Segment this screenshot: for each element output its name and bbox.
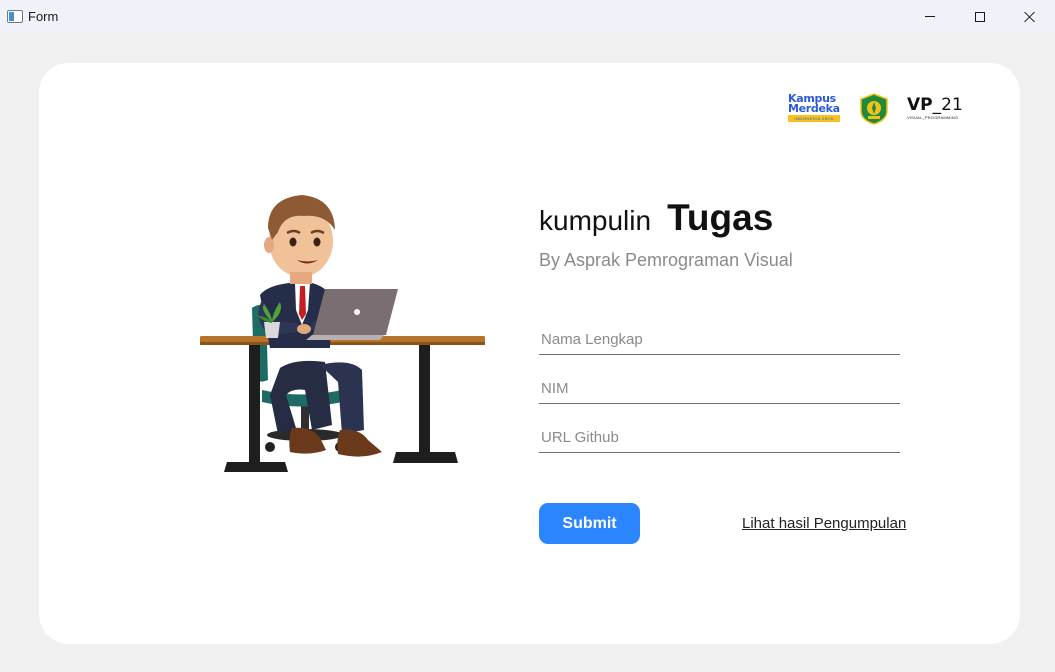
view-results-link[interactable]: Lihat hasil Pengumpulan xyxy=(742,515,906,532)
page-heading: kumpulin Tugas xyxy=(539,197,773,239)
url-github-input[interactable] xyxy=(539,423,900,453)
minimize-icon xyxy=(925,16,935,17)
nim-input[interactable] xyxy=(539,374,900,404)
window-title: Form xyxy=(28,9,59,24)
logo-strip: Kampus Merdeka INDONESIA JAYA VP_21 VISU… xyxy=(788,91,968,127)
maximize-button[interactable] xyxy=(955,0,1005,33)
vp21-logo: VP_21 VISUAL_PROGRAMMING xyxy=(907,95,963,120)
kampus-merdeka-logo: Kampus Merdeka INDONESIA JAYA xyxy=(788,92,840,122)
title-bar: Form xyxy=(0,0,1055,33)
form-card: Kampus Merdeka INDONESIA JAYA VP_21 VISU… xyxy=(39,63,1020,644)
page-subtitle: By Asprak Pemrograman Visual xyxy=(539,250,793,270)
heading-main: Tugas xyxy=(667,197,774,238)
submit-button[interactable]: Submit xyxy=(539,503,640,544)
maximize-icon xyxy=(975,11,985,22)
close-button[interactable] xyxy=(1005,0,1055,33)
university-emblem-icon xyxy=(860,93,888,125)
nama-lengkap-input[interactable] xyxy=(539,325,900,355)
close-icon xyxy=(1024,11,1036,23)
app-window-icon xyxy=(7,10,23,23)
minimize-button[interactable] xyxy=(905,0,955,33)
heading-prefix: kumpulin xyxy=(539,205,652,236)
window-controls xyxy=(905,0,1055,33)
person-at-desk-illustration xyxy=(200,195,485,472)
